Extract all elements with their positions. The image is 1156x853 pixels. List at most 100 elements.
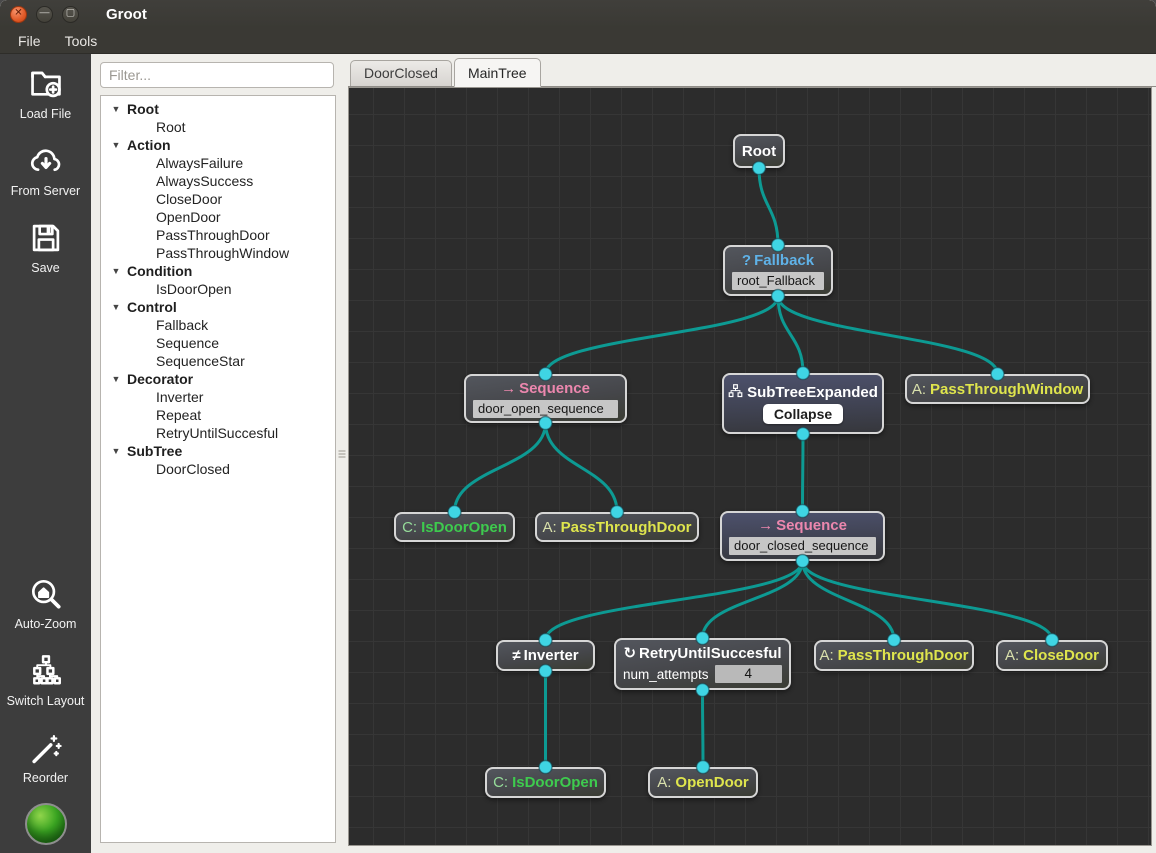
param-value-field[interactable]: 4: [714, 665, 782, 683]
palette-group-root[interactable]: ▼ Root: [101, 100, 335, 118]
maximize-button[interactable]: ▢: [62, 5, 79, 23]
toolbar-button-load-file[interactable]: Load File: [0, 62, 91, 123]
connection-status-indicator: [24, 803, 67, 845]
edge-fallback-to-subtree_expanded: [776, 295, 805, 374]
tab-doorclosed[interactable]: DoorClosed: [350, 60, 452, 86]
node-title: IsDoorOpen: [512, 774, 598, 791]
param-label: num_attempts: [623, 666, 709, 682]
node-pass_door2[interactable]: A: PassThroughDoor: [814, 640, 974, 671]
palette-panel: ▼ RootRoot ▼ ActionAlwaysFailureAlwaysSucce…: [91, 54, 336, 853]
palette-group-action[interactable]: ▼ Action: [101, 136, 335, 154]
behavior-tree-canvas[interactable]: Root? Fallback root_Fallback → Sequence door_…: [348, 87, 1152, 846]
palette-group-control[interactable]: ▼ Control: [101, 298, 335, 316]
node-isdoor2[interactable]: C: IsDoorOpen: [485, 767, 606, 798]
toolbar-button-from-server[interactable]: From Server: [0, 139, 91, 200]
palette-item-passthroughdoor[interactable]: PassThroughDoor: [101, 226, 335, 244]
maximize-icon: ▢: [65, 7, 76, 19]
palette-item-opendoor[interactable]: OpenDoor: [101, 208, 335, 226]
node-isdoor1[interactable]: C: IsDoorOpen: [394, 512, 515, 542]
node-title-row: ↻ RetryUntilSuccesful: [623, 645, 781, 662]
retry-icon: ↻: [623, 645, 637, 662]
panel-splitter[interactable]: [336, 54, 348, 853]
node-title: CloseDoor: [1023, 647, 1100, 664]
palette-item-repeat[interactable]: Repeat: [101, 406, 335, 424]
menu-item-file[interactable]: File: [6, 30, 53, 52]
node-name-field[interactable]: door_open_sequence: [473, 399, 618, 418]
node-prefix: A:: [657, 774, 672, 791]
node-fallback[interactable]: ? Fallback root_Fallback: [723, 245, 833, 296]
edge-seq_open-to-pass_door1: [544, 422, 619, 513]
palette-group-subtree[interactable]: ▼ SubTree: [101, 442, 335, 460]
filter-input[interactable]: [100, 62, 334, 88]
palette-group-label: Decorator: [127, 371, 194, 387]
toolbar-button-reorder[interactable]: Reorder: [0, 726, 91, 787]
collapse-triangle-icon: ▼: [111, 302, 121, 312]
toolbar-button-auto-zoom[interactable]: Auto-Zoom: [0, 572, 91, 633]
node-title: PassThroughWindow: [930, 380, 1084, 398]
canvas-wrap: Root? Fallback root_Fallback → Sequence door_…: [348, 87, 1156, 853]
toolbar-button-save[interactable]: Save: [0, 216, 91, 277]
close-button[interactable]: ✕: [10, 5, 27, 23]
palette-item-closedoor[interactable]: CloseDoor: [101, 190, 335, 208]
collapse-triangle-icon: ▼: [111, 104, 121, 114]
node-retry[interactable]: ↻ RetryUntilSuccesful num_attempts 4: [614, 638, 791, 690]
collapse-triangle-icon: ▼: [111, 374, 121, 384]
node-pass_door1[interactable]: A: PassThroughDoor: [535, 512, 699, 542]
tab-maintree[interactable]: MainTree: [453, 58, 541, 87]
node-subtree_expanded[interactable]: SubTreeExpanded Collapse: [722, 373, 884, 434]
palette-group-decorator[interactable]: ▼ Decorator: [101, 370, 335, 388]
palette-group-condition[interactable]: ▼ Condition: [101, 262, 335, 280]
tabbar: DoorClosed MainTree: [348, 54, 1156, 87]
node-opendoor[interactable]: A: OpenDoor: [648, 767, 758, 798]
edge-seq_closed-to-inverter: [544, 560, 804, 641]
collapse-triangle-icon: ▼: [111, 266, 121, 276]
question-icon: ?: [741, 251, 752, 269]
palette-group-label: Action: [127, 137, 171, 153]
palette-item-fallback[interactable]: Fallback: [101, 316, 335, 334]
palette-item-sequence[interactable]: Sequence: [101, 334, 335, 352]
node-seq_closed[interactable]: → Sequence door_closed_sequence: [720, 511, 885, 561]
edge-seq_closed-to-retry: [701, 560, 804, 639]
node-root[interactable]: Root: [733, 134, 785, 168]
node-prefix: A:: [1004, 647, 1020, 664]
node-prefix: C:: [493, 774, 509, 791]
minimize-button[interactable]: —: [36, 5, 53, 23]
node-name-field[interactable]: door_closed_sequence: [729, 537, 876, 555]
node-prefix: A:: [542, 518, 557, 536]
palette-item-alwaysfailure[interactable]: AlwaysFailure: [101, 154, 335, 172]
palette-item-alwayssuccess[interactable]: AlwaysSuccess: [101, 172, 335, 190]
palette-item-retryuntilsuccesful[interactable]: RetryUntilSuccesful: [101, 424, 335, 442]
edge-seq_closed-to-closedoor: [801, 560, 1054, 641]
edge-root-to-fallback: [757, 167, 780, 246]
collapse-button[interactable]: Collapse: [762, 404, 844, 424]
folder-plus-icon: [26, 64, 66, 104]
node-title: RetryUntilSuccesful: [639, 645, 782, 662]
toolbar-button-label: Reorder: [22, 771, 69, 785]
close-icon: ✕: [14, 7, 23, 19]
node-seq_open[interactable]: → Sequence door_open_sequence: [464, 374, 627, 423]
node-title-row: → Sequence: [758, 517, 847, 534]
node-prefix: C:: [402, 518, 418, 536]
node-closedoor[interactable]: A: CloseDoor: [996, 640, 1108, 671]
palette-group-label: Control: [127, 299, 177, 315]
palette-item-doorclosed[interactable]: DoorClosed: [101, 460, 335, 478]
toolbar-button-switch-layout[interactable]: Switch Layout: [0, 649, 91, 710]
node-inverter[interactable]: ≠ Inverter: [496, 640, 595, 671]
palette-item-sequencestar[interactable]: SequenceStar: [101, 352, 335, 370]
node-prefix: A:: [819, 647, 834, 664]
node-title-row: C: IsDoorOpen: [493, 774, 598, 791]
node-name-field[interactable]: root_Fallback: [732, 271, 824, 290]
floppy-icon: [26, 218, 66, 258]
node-title-row: A: PassThroughDoor: [819, 647, 968, 664]
palette-item-passthroughwindow[interactable]: PassThroughWindow: [101, 244, 335, 262]
node-title: PassThroughDoor: [560, 518, 692, 536]
node-title: PassThroughDoor: [837, 647, 969, 664]
toolbar-button-label: Save: [31, 261, 60, 275]
menu-item-tools[interactable]: Tools: [53, 30, 110, 52]
palette-item-inverter[interactable]: Inverter: [101, 388, 335, 406]
node-title-row: ≠ Inverter: [512, 647, 578, 664]
node-pass_window[interactable]: A: PassThroughWindow: [905, 374, 1090, 404]
window-title: Groot: [106, 5, 147, 23]
palette-item-root[interactable]: Root: [101, 118, 335, 136]
palette-item-isdooropen[interactable]: IsDoorOpen: [101, 280, 335, 298]
